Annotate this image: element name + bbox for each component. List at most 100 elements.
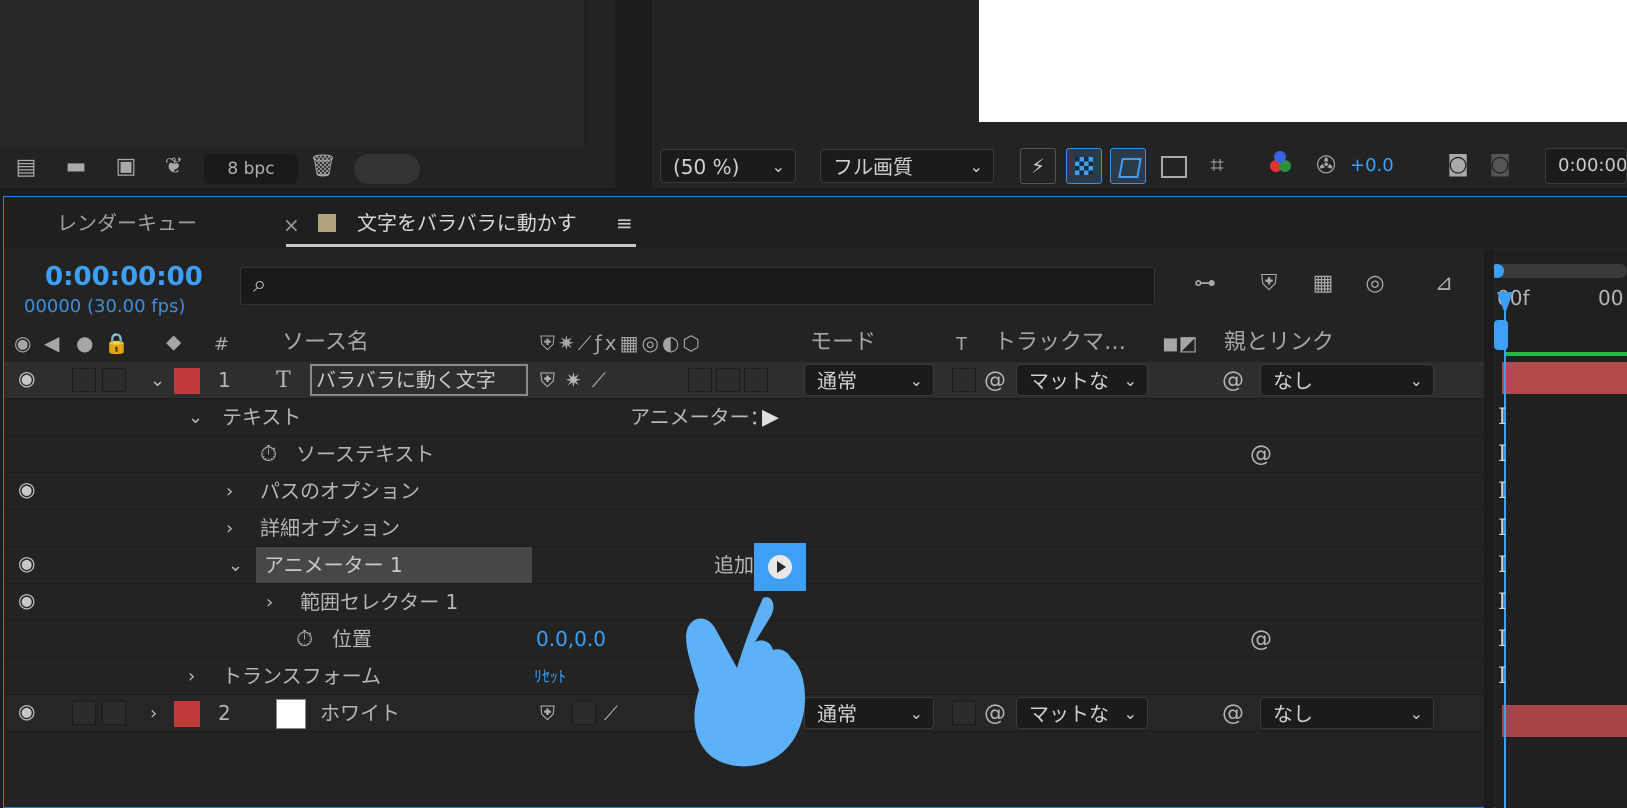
- layer-name-field[interactable]: バラバラに動く文字: [310, 364, 528, 396]
- lock-switch[interactable]: [102, 368, 126, 392]
- chevron-right-icon[interactable]: ›: [266, 584, 273, 621]
- layer-switches[interactable]: ⛨✷⟋: [540, 362, 616, 399]
- region-of-interest-icon[interactable]: [1155, 148, 1191, 184]
- layer-label-color[interactable]: [174, 368, 200, 394]
- effect-switch[interactable]: [688, 368, 712, 392]
- tab-render-queue[interactable]: レンダーキュー: [57, 208, 197, 238]
- parent-dropdown[interactable]: なし ⌄: [1260, 697, 1434, 729]
- motion-blur-icon[interactable]: ◎: [1358, 272, 1392, 296]
- shy-switch-icon[interactable]: ⛨: [540, 695, 555, 732]
- timeline-search-input[interactable]: ⌕: [240, 267, 1155, 305]
- chevron-right-icon[interactable]: ›: [188, 658, 195, 695]
- animator-play-icon[interactable]: ▶: [762, 399, 779, 436]
- panel-divider[interactable]: [1484, 250, 1494, 808]
- chevron-down-icon: ⌄: [1409, 704, 1423, 723]
- panel-menu-icon[interactable]: ≡: [616, 208, 633, 238]
- property-row-animator1[interactable]: ◉ ⌄ アニメーター 1 追加: [4, 543, 1484, 591]
- preserve-transparency-switch[interactable]: [952, 368, 976, 392]
- pickwhip-icon[interactable]: @: [984, 695, 1006, 732]
- new-folder-icon[interactable]: ▬: [60, 155, 92, 179]
- mode-dropdown[interactable]: 通常 ⌄: [804, 697, 934, 729]
- solo-icon[interactable]: ●: [76, 328, 93, 358]
- chevron-down-icon[interactable]: ⌄: [228, 547, 243, 584]
- tab-composition[interactable]: 文字をバラバラに動かす: [357, 208, 577, 238]
- channel-icon[interactable]: [1264, 148, 1300, 184]
- interpret-footage-icon[interactable]: ▤: [10, 156, 42, 180]
- track-matte-dropdown[interactable]: マットな ⌄: [1016, 364, 1148, 396]
- exposure-icon[interactable]: ✇: [1308, 148, 1344, 184]
- exposure-value[interactable]: +0.0: [1350, 155, 1394, 176]
- parent-pickwhip-icon[interactable]: @: [1222, 695, 1244, 732]
- motion-blur-switch[interactable]: [744, 368, 768, 392]
- frame-blend-switch[interactable]: [716, 368, 740, 392]
- solo-switch[interactable]: [72, 368, 96, 392]
- chevron-down-icon[interactable]: ⌄: [150, 362, 165, 399]
- position-value[interactable]: 0.0,0.0: [536, 621, 606, 658]
- time-navigator[interactable]: [1494, 264, 1627, 278]
- stopwatch-icon[interactable]: ⏱: [260, 436, 277, 473]
- property-row-path-options[interactable]: ◉ › パスのオプション: [4, 473, 1484, 510]
- graph-editor-icon[interactable]: ⊿: [1427, 272, 1461, 296]
- video-switch-icon[interactable]: ◉: [14, 328, 31, 358]
- mode-value: 通常: [817, 369, 857, 393]
- viewer-timecode[interactable]: 0:00:00: [1545, 148, 1627, 184]
- eye-icon[interactable]: ◉: [18, 588, 44, 612]
- composition-canvas[interactable]: [979, 0, 1627, 122]
- lock-switch[interactable]: [102, 701, 126, 725]
- current-time-display[interactable]: 0:00:00:00: [45, 262, 203, 292]
- trash-icon[interactable]: 🗑: [308, 155, 338, 179]
- expression-pickwhip-icon[interactable]: @: [1250, 621, 1272, 658]
- track-matte-dropdown[interactable]: マットな ⌄: [1016, 697, 1148, 729]
- source-name-column[interactable]: ソース名: [282, 328, 369, 358]
- quality-switch[interactable]: [572, 701, 596, 725]
- show-snapshot-icon[interactable]: ◙: [1482, 148, 1518, 184]
- close-tab-icon[interactable]: ×: [283, 210, 300, 240]
- bit-depth-button[interactable]: 8 bpc: [204, 154, 298, 184]
- expression-pickwhip-icon[interactable]: @: [1250, 436, 1272, 473]
- fast-previews-icon[interactable]: ⚡: [1020, 148, 1056, 184]
- layer1-duration-bar[interactable]: [1502, 362, 1627, 394]
- label-tag-icon[interactable]: ⬥: [166, 328, 181, 358]
- chevron-right-icon[interactable]: ›: [226, 473, 233, 510]
- layer2-duration-bar[interactable]: [1502, 705, 1627, 737]
- quality-line-icon[interactable]: ⟋: [604, 695, 618, 732]
- grid-guides-icon[interactable]: ⌗: [1199, 148, 1235, 184]
- eye-icon[interactable]: ◉: [18, 551, 44, 575]
- parent-dropdown[interactable]: なし ⌄: [1260, 364, 1434, 396]
- new-composition-icon[interactable]: ▣: [108, 155, 144, 179]
- eye-icon[interactable]: ◉: [18, 477, 44, 501]
- stopwatch-icon[interactable]: ⏱: [296, 621, 313, 658]
- solo-switch[interactable]: [72, 701, 96, 725]
- property-row-source-text[interactable]: ⏱ ソーステキスト @: [4, 436, 1484, 473]
- preserve-transparency-switch[interactable]: [952, 701, 976, 725]
- eye-icon[interactable]: ◉: [18, 366, 44, 390]
- chevron-down-icon[interactable]: ⌄: [188, 399, 203, 436]
- shy-layers-icon[interactable]: ⛨: [1252, 272, 1286, 296]
- property-row-more-options[interactable]: › 詳細オプション: [4, 510, 1484, 547]
- parent-pickwhip-icon[interactable]: @: [1222, 362, 1244, 399]
- current-time-indicator[interactable]: [1497, 292, 1513, 314]
- mode-dropdown[interactable]: 通常 ⌄: [804, 364, 934, 396]
- chevron-down-icon: ⌄: [969, 157, 983, 176]
- render-toggle[interactable]: [354, 154, 420, 184]
- resolution-dropdown[interactable]: フル画質 ⌄: [820, 149, 994, 183]
- chevron-right-icon[interactable]: ›: [150, 695, 157, 732]
- magnification-dropdown[interactable]: (50 %) ⌄: [660, 149, 796, 183]
- camera-icon[interactable]: ◙: [1440, 148, 1476, 184]
- comp-flowchart-icon[interactable]: ⊶: [1188, 272, 1222, 296]
- transparency-grid-icon[interactable]: [1066, 148, 1102, 184]
- frame-blending-icon[interactable]: ▦: [1306, 272, 1340, 296]
- leaf-icon[interactable]: ❦: [158, 155, 190, 179]
- layer-label-color[interactable]: [174, 701, 200, 727]
- property-row-text[interactable]: ⌄ テキスト アニメーター： ▶: [4, 399, 1484, 436]
- layer-name[interactable]: ホワイト: [320, 695, 400, 732]
- lock-icon[interactable]: 🔒: [104, 328, 129, 358]
- eye-icon[interactable]: ◉: [18, 699, 44, 723]
- pickwhip-icon[interactable]: @: [984, 362, 1006, 399]
- reset-link[interactable]: ﾘｾｯﾄ: [534, 658, 566, 695]
- layer-row-1[interactable]: ◉ ⌄ 1 T バラバラに動く文字 ⛨✷⟋ 通常 ⌄ @ マットな ⌄ @ なし…: [4, 362, 1484, 399]
- mask-path-icon[interactable]: [1110, 148, 1146, 184]
- chevron-right-icon[interactable]: ›: [226, 510, 233, 547]
- work-area-bar[interactable]: [1504, 352, 1627, 356]
- audio-switch-icon[interactable]: ◀: [44, 328, 59, 358]
